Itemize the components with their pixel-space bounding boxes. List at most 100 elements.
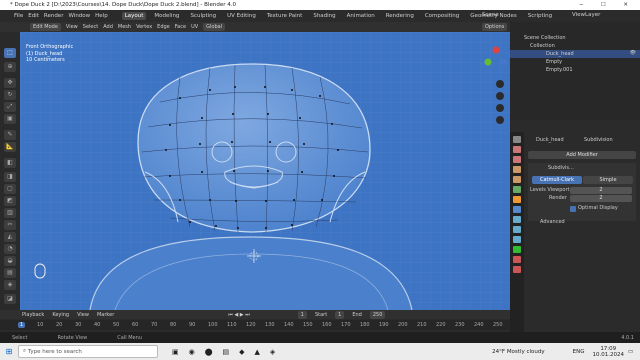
menu-mesh[interactable]: Mesh — [118, 24, 131, 30]
shrink-tool[interactable]: ◈ — [4, 280, 16, 290]
windows-start-icon[interactable]: ⊞ — [0, 347, 18, 356]
catmull-clark-button[interactable]: Catmull-Clark — [532, 176, 582, 184]
timeline-tick-label: 20 — [56, 322, 63, 328]
transform-tool[interactable]: ▣ — [4, 114, 16, 124]
menu-keying[interactable]: Keying — [52, 312, 69, 318]
tool-tab-icon[interactable] — [513, 136, 521, 143]
object-tab-icon[interactable] — [513, 196, 521, 203]
cursor-tool[interactable]: ⊕ — [4, 62, 16, 72]
end-frame-field[interactable]: 250 — [369, 310, 386, 319]
spin-tool[interactable]: ◔ — [4, 244, 16, 254]
menu-help[interactable]: Help — [95, 13, 108, 19]
tab-layout[interactable]: Layout — [121, 12, 147, 20]
bevel-tool[interactable]: ◩ — [4, 196, 16, 206]
render-levels-field[interactable]: 2 — [570, 195, 632, 202]
add-cube-tool[interactable]: ◧ — [4, 158, 16, 168]
texture-tab-icon[interactable] — [513, 266, 521, 273]
modifier-tab-icon[interactable] — [513, 206, 521, 213]
smooth-tool[interactable]: ◒ — [4, 256, 16, 266]
scale-tool[interactable]: ⤢ — [4, 102, 16, 112]
rip-tool[interactable]: ◪ — [4, 294, 16, 304]
menu-edit[interactable]: Edit — [28, 13, 39, 19]
orientation-selector[interactable]: Global — [203, 23, 226, 31]
physics-tab-icon[interactable] — [513, 226, 521, 233]
modifier-name-field[interactable]: Subdivis... — [548, 165, 574, 172]
edge-slide-tool[interactable]: ▤ — [4, 268, 16, 278]
tab-modeling[interactable]: Modeling — [151, 12, 182, 20]
data-tab-icon[interactable] — [513, 246, 521, 253]
scene-selector[interactable]: Scene — [482, 12, 499, 18]
rotate-tool[interactable]: ↻ — [4, 90, 16, 100]
levels-viewport-field[interactable]: 2 — [570, 187, 632, 194]
render-tab-icon[interactable] — [513, 146, 521, 153]
taskbar-search[interactable]: ⌕ Type here to search — [18, 345, 158, 358]
constraints-tab-icon[interactable] — [513, 236, 521, 243]
tab-uv-editing[interactable]: UV Editing — [224, 12, 259, 20]
inset-tool[interactable]: ▢ — [4, 184, 16, 194]
tab-animation[interactable]: Animation — [344, 12, 378, 20]
weather-label[interactable]: 24°F Mostly cloudy — [492, 349, 544, 355]
knife-tool[interactable]: ✂ — [4, 220, 16, 230]
menu-edge[interactable]: Edge — [157, 24, 170, 30]
menu-select[interactable]: Select — [83, 24, 98, 30]
timeline-tick-label: 70 — [151, 322, 158, 328]
tab-scripting[interactable]: Scripting — [525, 12, 555, 20]
select-box-tool[interactable]: ⬚ — [4, 48, 16, 58]
poly-build-tool[interactable]: ◭ — [4, 232, 16, 242]
3d-viewport[interactable] — [20, 32, 510, 310]
menu-timeline-view[interactable]: View — [77, 312, 89, 318]
start-frame-field[interactable]: 1 — [335, 310, 345, 319]
particles-tab-icon[interactable] — [513, 216, 521, 223]
measure-tool[interactable]: 📐 — [4, 142, 16, 152]
timeline-ruler[interactable]: 1 10 20 30 40 50 60 70 80 90 100 110 120 130 140 150 160… — [0, 320, 510, 330]
options-button[interactable]: Options — [482, 23, 508, 31]
outliner-item-empty-001[interactable]: Empty.001 — [546, 66, 573, 74]
menu-face[interactable]: Face — [175, 24, 186, 30]
properties-tabs — [510, 132, 524, 332]
view-layer-selector[interactable]: ViewLayer — [572, 12, 600, 18]
menu-view[interactable]: View — [66, 24, 78, 30]
taskbar-apps[interactable]: ▣◉⬤▤◆▲◈ — [172, 348, 285, 356]
menu-file[interactable]: File — [14, 13, 23, 19]
mode-selector[interactable]: Edit Mode — [30, 23, 61, 31]
loop-cut-tool[interactable]: ▥ — [4, 208, 16, 218]
collection-item[interactable]: Collection — [530, 42, 555, 50]
optimal-display-checkbox[interactable] — [570, 206, 576, 212]
simple-button[interactable]: Simple — [583, 176, 633, 184]
navigation-gizmo[interactable] — [484, 40, 508, 130]
outliner-item-duck-head[interactable]: Duck_head — [510, 50, 640, 58]
tab-sculpting[interactable]: Sculpting — [187, 12, 219, 20]
menu-uv[interactable]: UV — [191, 24, 198, 30]
notification-icon[interactable]: ▭ — [628, 349, 640, 355]
menu-marker[interactable]: Marker — [97, 312, 114, 318]
playback-controls[interactable]: ⏮ ◀ ▶ ⏭ — [228, 312, 249, 318]
clock-date: 10.01.2024 — [592, 351, 625, 358]
menu-playback[interactable]: Playback — [22, 312, 44, 318]
menu-render[interactable]: Render — [44, 13, 64, 19]
move-tool[interactable]: ✥ — [4, 78, 16, 88]
language-indicator[interactable]: ENG — [573, 349, 585, 355]
version-label: 4.0.1 — [621, 334, 634, 341]
annotate-tool[interactable]: ✎ — [4, 130, 16, 140]
tab-texture-paint[interactable]: Texture Paint — [264, 12, 306, 20]
window-controls[interactable]: ─ ☐ ✕ — [580, 0, 636, 10]
clock[interactable]: 17:09 10.01.2024 — [593, 346, 625, 358]
output-tab-icon[interactable] — [513, 156, 521, 163]
tab-compositing[interactable]: Compositing — [422, 12, 462, 20]
menu-vertex[interactable]: Vertex — [136, 24, 152, 30]
outliner-item-empty[interactable]: Empty — [546, 58, 562, 66]
material-tab-icon[interactable] — [513, 256, 521, 263]
extrude-tool[interactable]: ◨ — [4, 172, 16, 182]
visibility-eye-icon[interactable]: 👁 — [630, 50, 636, 56]
scene-tab-icon[interactable] — [513, 176, 521, 183]
tab-shading[interactable]: Shading — [310, 12, 338, 20]
advanced-section[interactable]: Advanced — [540, 219, 565, 226]
view-layer-tab-icon[interactable] — [513, 166, 521, 173]
current-frame-field[interactable]: 1 — [297, 310, 307, 319]
menu-add[interactable]: Add — [103, 24, 113, 30]
tab-rendering[interactable]: Rendering — [383, 12, 417, 20]
world-tab-icon[interactable] — [513, 186, 521, 193]
add-modifier-button[interactable]: Add Modifier — [528, 151, 636, 159]
menu-window[interactable]: Window — [68, 13, 90, 19]
scene-collection[interactable]: Scene Collection — [524, 34, 566, 42]
